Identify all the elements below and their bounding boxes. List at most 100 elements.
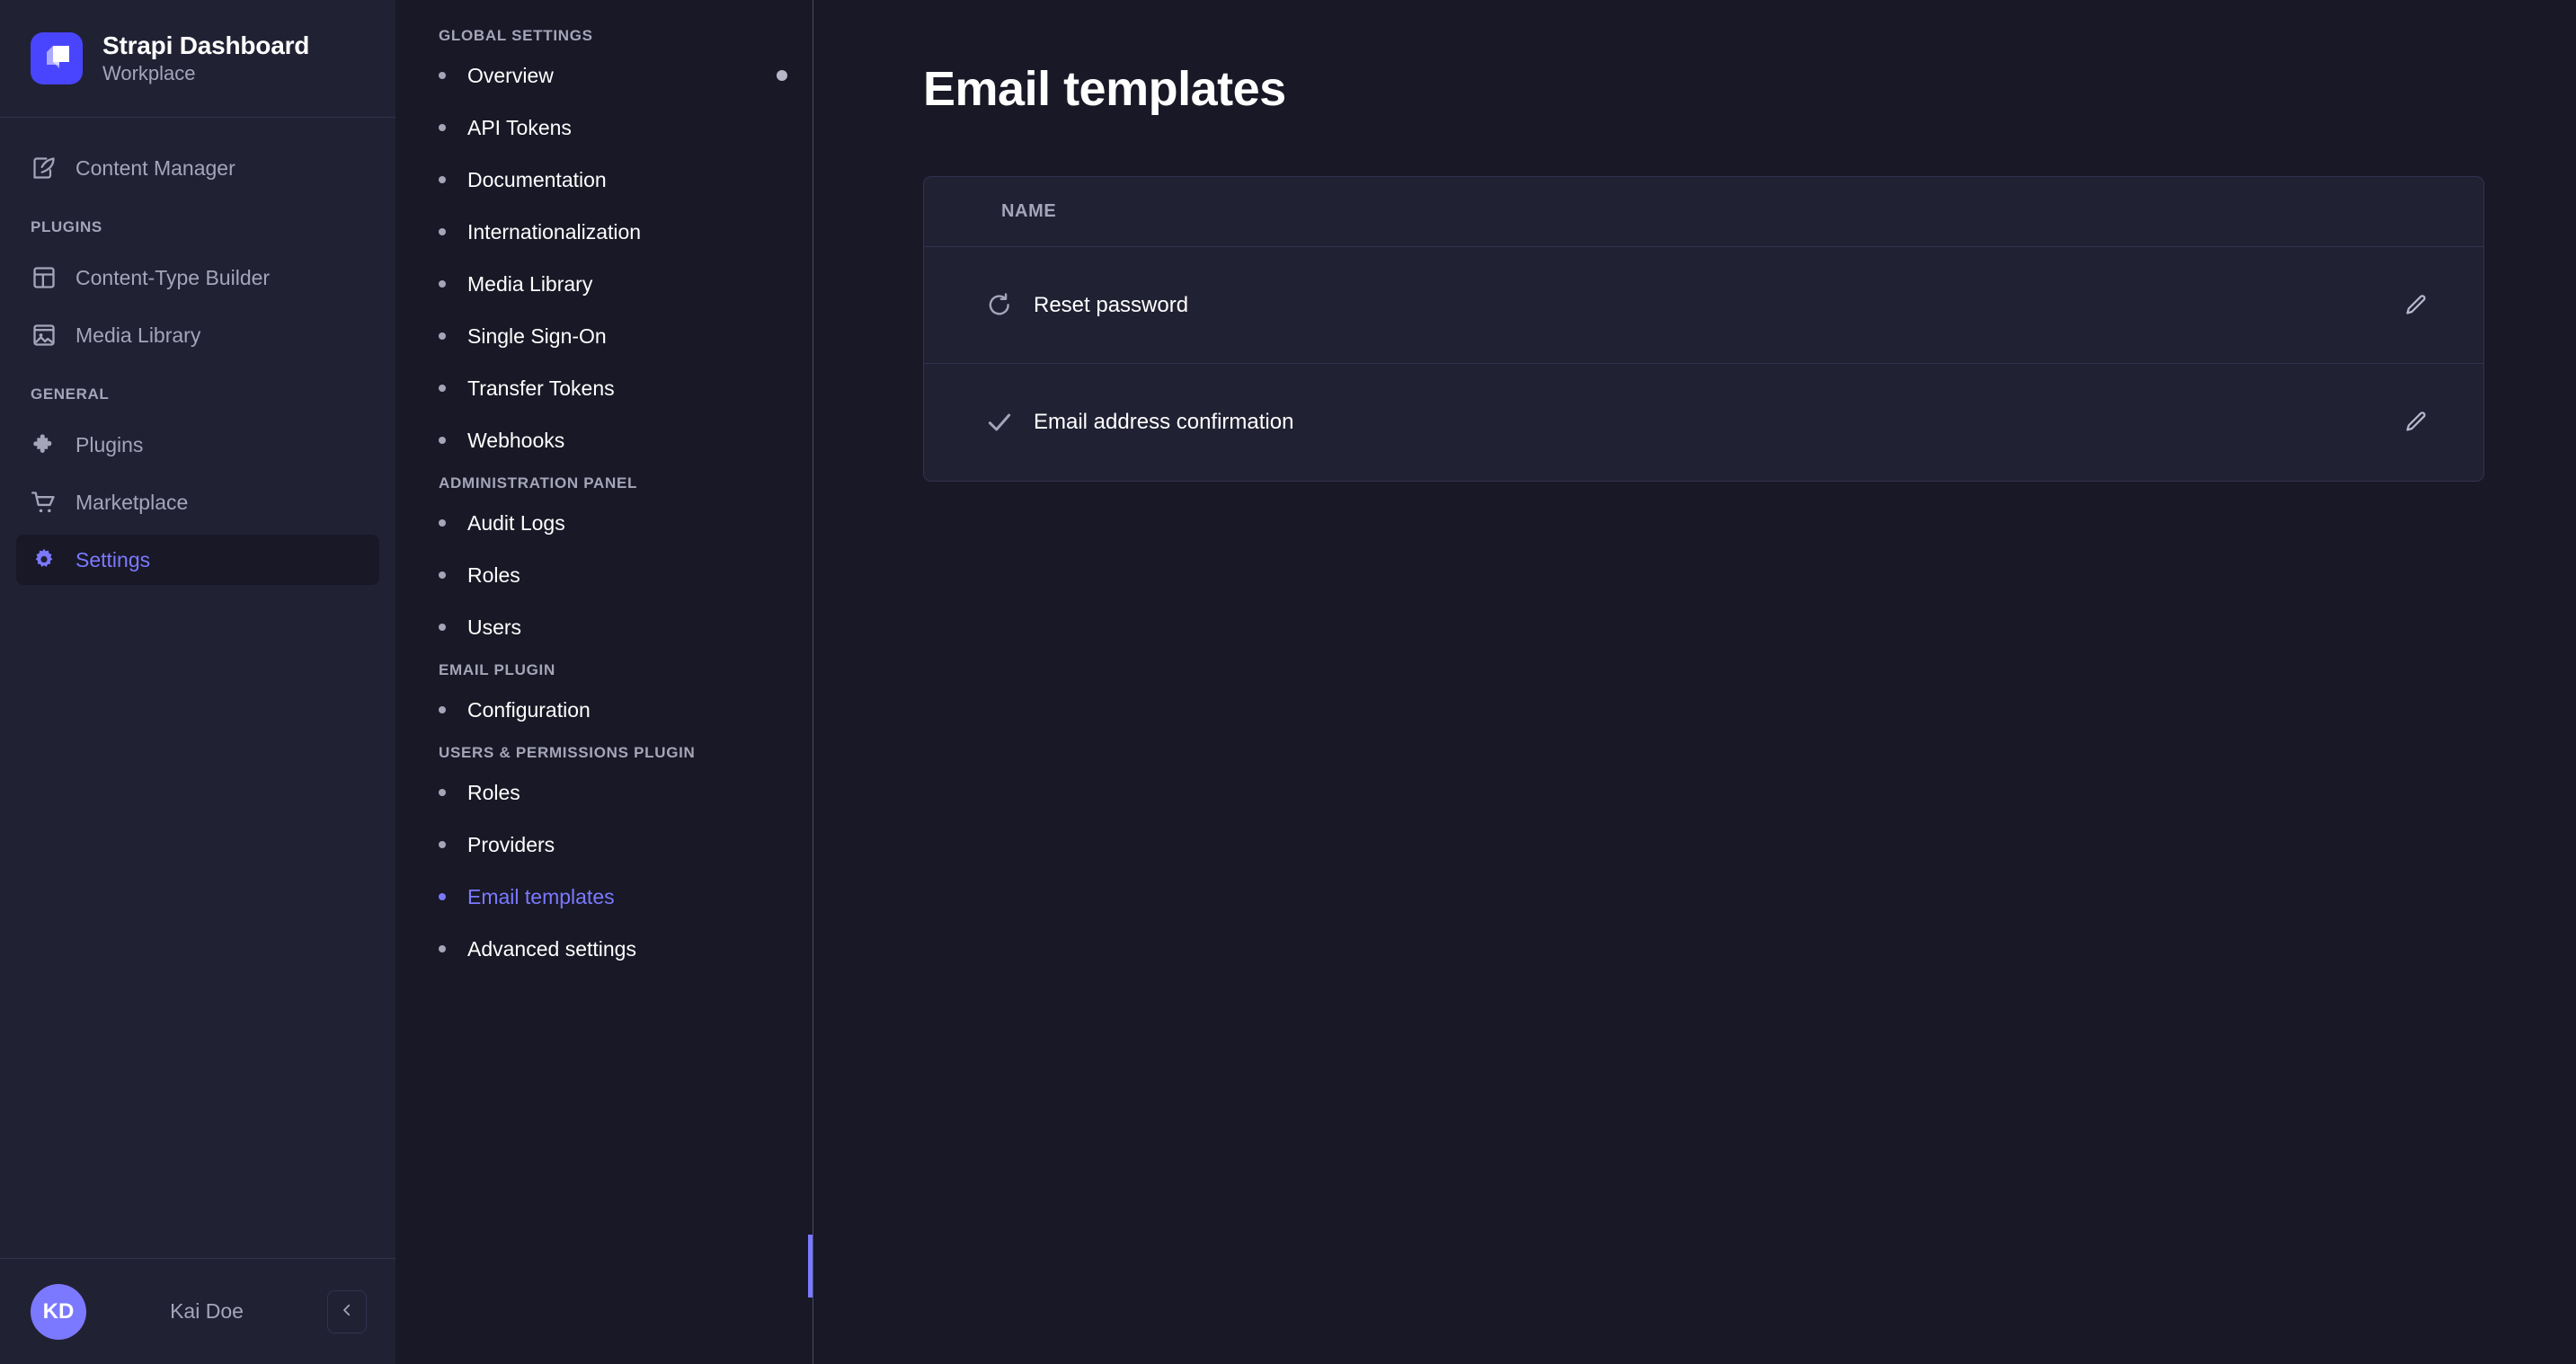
table-row[interactable]: Reset password — [924, 247, 2483, 364]
nav-section-label-plugins: PLUGINS — [0, 218, 395, 236]
sidebar-item-label: Content-Type Builder — [76, 266, 270, 290]
layout-grid-icon — [31, 264, 58, 291]
brand-title: Strapi Dashboard — [102, 31, 309, 60]
bullet-icon — [439, 893, 446, 900]
submenu-item-label: Overview — [467, 64, 554, 88]
submenu-item-internationalization[interactable]: Internationalization — [395, 214, 813, 250]
submenu-group-title: GLOBAL SETTINGS — [395, 27, 813, 45]
bullet-icon — [439, 176, 446, 183]
submenu-item-label: Configuration — [467, 698, 591, 722]
submenu-group-users-permissions-plugin: USERS & PERMISSIONS PLUGIN Roles Provide… — [395, 744, 813, 967]
puzzle-piece-icon — [31, 431, 58, 458]
submenu-item-providers[interactable]: Providers — [395, 827, 813, 863]
submenu-item-webhooks[interactable]: Webhooks — [395, 422, 813, 458]
submenu-item-label: Documentation — [467, 168, 607, 192]
bullet-icon — [439, 228, 446, 235]
submenu-item-email-templates[interactable]: Email templates — [395, 879, 813, 915]
submenu-group-email-plugin: EMAIL PLUGIN Configuration — [395, 661, 813, 728]
submenu-item-label: Users — [467, 616, 521, 640]
page-title: Email templates — [813, 0, 2576, 117]
app-root: Strapi Dashboard Workplace Conte — [0, 0, 2576, 1364]
bullet-icon — [439, 789, 446, 796]
bullet-icon — [439, 72, 446, 79]
submenu-item-label: Email templates — [467, 885, 615, 909]
sidebar-footer: KD Kai Doe — [0, 1258, 395, 1364]
pencil-edit-icon[interactable] — [2394, 400, 2438, 445]
bullet-icon — [439, 945, 446, 952]
submenu-item-transfer-tokens[interactable]: Transfer Tokens — [395, 370, 813, 406]
chevron-left-icon — [339, 1300, 355, 1324]
submenu-item-single-sign-on[interactable]: Single Sign-On — [395, 318, 813, 354]
submenu-active-indicator — [808, 1235, 813, 1298]
submenu-item-label: Media Library — [467, 272, 592, 297]
notification-dot-icon — [777, 70, 787, 81]
bullet-icon — [439, 385, 446, 392]
strapi-logo-icon — [31, 32, 83, 84]
bullet-icon — [439, 332, 446, 340]
main-sidebar: Strapi Dashboard Workplace Conte — [0, 0, 395, 1364]
gear-icon — [31, 546, 58, 573]
sidebar-item-label: Content Manager — [76, 156, 235, 181]
submenu-item-audit-logs[interactable]: Audit Logs — [395, 505, 813, 541]
sidebar-item-media-library[interactable]: Media Library — [16, 310, 379, 360]
settings-submenu-panel: GLOBAL SETTINGS Overview API Tokens Docu… — [395, 0, 813, 1364]
submenu-item-advanced-settings[interactable]: Advanced settings — [395, 931, 813, 967]
sidebar-item-label: Plugins — [76, 433, 143, 457]
submenu-item-label: Advanced settings — [467, 937, 636, 961]
avatar[interactable]: KD — [31, 1284, 86, 1340]
nav-group-general: GENERAL Plugins — [0, 385, 395, 585]
quill-pen-icon — [31, 155, 58, 182]
submenu-item-configuration[interactable]: Configuration — [395, 692, 813, 728]
sidebar-item-marketplace[interactable]: Marketplace — [16, 477, 379, 527]
sidebar-item-content-type-builder[interactable]: Content-Type Builder — [16, 252, 379, 303]
table-header-row: NAME — [924, 177, 2483, 247]
sidebar-collapse-button[interactable] — [327, 1290, 367, 1333]
nav-section-label-general: GENERAL — [0, 385, 395, 403]
table-row[interactable]: Email address confirmation — [924, 364, 2483, 481]
check-icon — [980, 403, 1019, 442]
sidebar-item-content-manager[interactable]: Content Manager — [16, 143, 379, 193]
column-header-name: NAME — [1001, 201, 1056, 222]
image-icon — [31, 322, 58, 349]
submenu-group-title: ADMINISTRATION PANEL — [395, 474, 813, 492]
submenu-item-label: Transfer Tokens — [467, 376, 615, 401]
pencil-edit-icon[interactable] — [2394, 283, 2438, 328]
bullet-icon — [439, 706, 446, 713]
template-name: Reset password — [1034, 293, 1188, 318]
submenu-item-documentation[interactable]: Documentation — [395, 162, 813, 198]
submenu-item-label: Roles — [467, 781, 520, 805]
submenu-item-label: Internationalization — [467, 220, 641, 244]
submenu-group-global-settings: GLOBAL SETTINGS Overview API Tokens Docu… — [395, 27, 813, 458]
submenu-item-roles-admin[interactable]: Roles — [395, 557, 813, 593]
submenu-item-label: Webhooks — [467, 429, 564, 453]
submenu-group-title: EMAIL PLUGIN — [395, 661, 813, 679]
bullet-icon — [439, 519, 446, 527]
submenu-item-label: Audit Logs — [467, 511, 565, 536]
submenu-item-overview[interactable]: Overview — [395, 58, 813, 93]
sidebar-item-plugins[interactable]: Plugins — [16, 420, 379, 470]
submenu-item-roles-users-permissions[interactable]: Roles — [395, 775, 813, 810]
bullet-icon — [439, 437, 446, 444]
submenu-item-media-library[interactable]: Media Library — [395, 266, 813, 302]
nav-group-plugins: PLUGINS Content-Type Builder — [0, 218, 395, 360]
main-content: Email templates NAME Reset password — [813, 0, 2576, 1364]
refresh-circle-icon — [980, 286, 1019, 325]
submenu-item-label: API Tokens — [467, 116, 572, 140]
bullet-icon — [439, 841, 446, 848]
bullet-icon — [439, 124, 446, 131]
submenu-item-label: Providers — [467, 833, 555, 857]
user-name: Kai Doe — [86, 1299, 327, 1324]
template-name: Email address confirmation — [1034, 410, 1293, 435]
brand-header[interactable]: Strapi Dashboard Workplace — [0, 0, 395, 118]
bullet-icon — [439, 624, 446, 631]
sidebar-item-label: Marketplace — [76, 491, 188, 515]
sidebar-nav: Content Manager PLUGINS Content-Type Bui… — [0, 118, 395, 1258]
submenu-item-users[interactable]: Users — [395, 609, 813, 645]
submenu-item-label: Single Sign-On — [467, 324, 607, 349]
sidebar-item-label: Settings — [76, 548, 150, 572]
sidebar-item-settings[interactable]: Settings — [16, 535, 379, 585]
shopping-cart-icon — [31, 489, 58, 516]
submenu-group-administration-panel: ADMINISTRATION PANEL Audit Logs Roles Us… — [395, 474, 813, 645]
submenu-item-api-tokens[interactable]: API Tokens — [395, 110, 813, 146]
nav-group-top: Content Manager — [0, 143, 395, 193]
